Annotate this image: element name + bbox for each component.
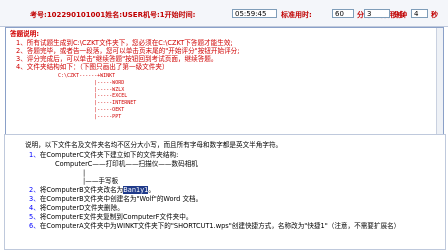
exam-id-label: 考号:102290101001姓名:USER机号:1开始时间: [30, 10, 195, 20]
question-item-1-tree-c: |——手写板 [83, 177, 119, 185]
instructions-scrollbar[interactable] [436, 28, 443, 134]
question-text: 将ComputerE文件夹复制到ComputerF文件夹中。 [39, 213, 193, 221]
question-num: 1、 [29, 151, 40, 159]
question-item-3: 3、在ComputerB文件夹中创建名为"Wolf"的Word 文档。 [29, 195, 202, 204]
instruction-line-4: 4、文件夹结构如下：（下图只画出了第一级文件夹） [16, 63, 169, 71]
question-item-5: 5、将ComputerE文件夹复制到ComputerF文件夹中。 [29, 213, 192, 222]
actual-min-unit: 分钟 [393, 11, 407, 19]
question-num: 4、 [29, 204, 40, 212]
exam-id-value: 102290101001 [46, 11, 106, 19]
actual-min-field[interactable]: 3 [364, 9, 390, 18]
question-item-4: 4、将ComputerD文件夹删除。 [29, 204, 124, 213]
actual-sec-field[interactable]: 4 [411, 9, 428, 18]
std-time-label: 标准用时: [281, 11, 312, 19]
question-text: 将ComputerB文件夹改名为 [39, 186, 124, 194]
question-intro: 说明，以下文件名及文件夹名均不区分大小写，而且所有字母和数字都是英文半角字符。 [25, 141, 283, 149]
exam-label: 考号: [30, 11, 47, 19]
question-num: 3、 [29, 195, 40, 203]
question-text: 在ComputerC文件夹下建立如下的文件夹结构: [39, 151, 179, 159]
folder-tree: C:\CZKT------+WINKT |-----WORD |-----WZL… [58, 73, 137, 120]
question-text: 在ComputerB文件夹中创建名为"Wolf"的Word 文档。 [39, 195, 203, 203]
question-item-2: 2、将ComputerB文件夹改名为Ban1y1。 [29, 186, 155, 195]
question-text: 在ComputerA文件夹中为WINKT文件夹下的"SHORTCUT1.wps"… [39, 222, 401, 230]
actual-sec-unit: 秒 [431, 11, 438, 19]
question-num: 6、 [29, 222, 40, 230]
name-label: 姓名: [105, 11, 123, 19]
selected-text[interactable]: Ban1y1 [123, 186, 149, 194]
std-time-field[interactable]: 60 [332, 9, 354, 18]
name-value: USER [122, 11, 143, 19]
machine-label: 机号: [142, 11, 160, 19]
instructions-title: 答题说明: [10, 30, 40, 38]
question-text: 将ComputerD文件夹删除。 [39, 204, 124, 212]
question-num: 5、 [29, 213, 40, 221]
question-panel: 说明，以下文件名及文件夹名均不区分大小写，而且所有字母和数字都是英文半角字符。 … [4, 134, 446, 250]
question-item-1-tree-a: ComputerC——打印机——扫描仪——数码相机 [55, 160, 198, 168]
start-time-field[interactable]: 05:59:45 [232, 9, 277, 18]
instructions-panel: 答题说明: 1、所有试题生成到C:\CZKT文件夹下，您必须在C:\CZKT下答… [5, 27, 444, 135]
question-item-1: 1、在ComputerC文件夹下建立如下的文件夹结构: [29, 151, 178, 160]
question-text-end: 。 [148, 186, 155, 194]
question-num: 2、 [29, 186, 40, 194]
start-time-label: 开始时间: [164, 11, 196, 19]
question-item-6: 6、在ComputerA文件夹中为WINKT文件夹下的"SHORTCUT1.wp… [29, 222, 439, 231]
